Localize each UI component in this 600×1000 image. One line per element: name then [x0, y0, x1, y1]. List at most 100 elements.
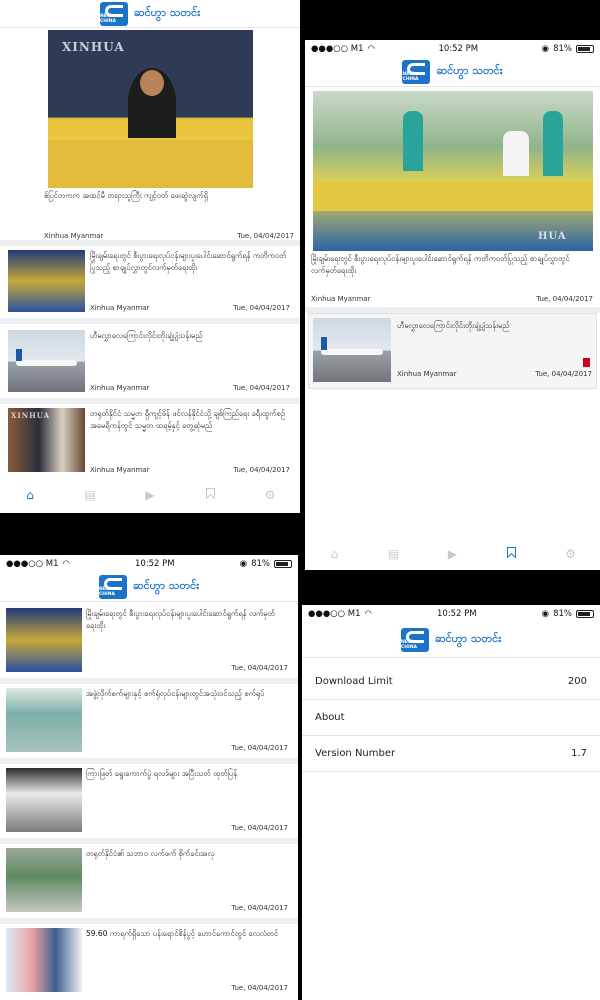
- featured-source: Xinhua Myanmar: [44, 232, 104, 240]
- article-title[interactable]: ဟီမလွှာလေကြောင်းလိုင်းတိုးချဲ့ပျံသန်းမည်: [397, 320, 592, 332]
- video-date: Tue, 04/04/2017: [231, 904, 288, 912]
- tab-bar: ⌂ ▤ ▶ ⚙: [0, 484, 300, 506]
- video-title[interactable]: အဖွဲ့လိုက်စက်များနှင့် စက်ရုံလုပ်ငန်းမျာ…: [86, 688, 291, 700]
- featured-photo: XINHUA: [48, 30, 253, 188]
- settings-icon[interactable]: ⚙: [559, 547, 583, 561]
- rotation-lock-icon: ◉: [541, 43, 550, 54]
- featured-photo: HUA: [313, 91, 593, 251]
- article-thumbnail: XINHUA: [8, 408, 85, 472]
- list-item[interactable]: ဟီမလွှာလေကြောင်းလိုင်းတိုးချဲ့ပျံသန်းမည်…: [308, 313, 597, 389]
- battery-icon: [273, 559, 292, 568]
- screen-home-feed: NEW CHINA ဆင်ဟွာ သတင်း XINHUA ဧ်ပြင်တကက …: [0, 0, 300, 513]
- setting-label: Download Limit: [315, 676, 393, 687]
- app-header: NEW CHINA ဆင်ဟွာ သတင်း: [0, 572, 298, 602]
- bookmark-icon[interactable]: [500, 547, 524, 561]
- article-date: Tue, 04/04/2017: [233, 466, 290, 474]
- setting-label: About: [315, 712, 345, 723]
- video-title[interactable]: 59.60 ကာရက်ရှိသော ပန်းရောင်စိန်ပွင့် ဟော…: [86, 928, 291, 940]
- video-thumbnail: [6, 688, 82, 752]
- screen-video-list: ●●●○○ M1 ◠ 10:52 PM ◉ 81% NEW CHINA ဆင်ဟွာ…: [0, 555, 298, 1000]
- home-icon[interactable]: ⌂: [323, 547, 347, 561]
- wifi-icon: ◠: [364, 608, 372, 619]
- status-bar: ●●●○○ M1 ◠ 10:52 PM ◉ 81%: [302, 605, 600, 622]
- featured-meta: Xinhua Myanmar Tue, 04/04/2017: [44, 232, 294, 240]
- featured-meta: Xinhua Myanmar Tue, 04/04/2017: [311, 295, 593, 303]
- app-header: NEW CHINA ဆင်ဟွာ သတင်း: [0, 0, 300, 28]
- video-icon[interactable]: ▶: [441, 547, 465, 561]
- article-meta: Xinhua Myanmar Tue, 04/04/2017: [397, 370, 592, 378]
- article-source: Xinhua Myanmar: [397, 370, 457, 378]
- video-meta: Tue, 04/04/2017: [86, 744, 288, 752]
- carrier-label: ●●●○○ M1: [6, 558, 59, 569]
- settings-list: Download Limit 200 About Version Number …: [302, 664, 600, 772]
- video-meta: Tue, 04/04/2017: [86, 904, 288, 912]
- setting-download-limit[interactable]: Download Limit 200: [302, 664, 600, 700]
- featured-title[interactable]: ဧ်ပြင်တကက အထင်မီ တရားသူကြီး ကျင့်ဝတ် ဖေး…: [44, 190, 284, 202]
- featured-title[interactable]: မြိုးချမ်းရေးတွင် စီးပွားရေးလုပ်ငန်းများ…: [311, 253, 593, 277]
- bookmark-icon[interactable]: [198, 488, 222, 502]
- video-thumbnail: [6, 608, 82, 672]
- list-item[interactable]: ကြားဖြတ် ရွေးကောက်ပွဲ ရလဒ်များ အပြီးသတ် …: [0, 764, 298, 844]
- article-meta: Xinhua Myanmar Tue, 04/04/2017: [90, 384, 290, 392]
- video-icon[interactable]: ▶: [138, 488, 162, 502]
- clock: 10:52 PM: [438, 43, 479, 54]
- article-title[interactable]: တရုတ်နိုင်ငံ သမ္မတ ရှီကျင့်ဖိန် ဖင်လန်နိ…: [90, 408, 290, 432]
- list-item[interactable]: ဟီမလွှာလေကြောင်းလိုင်းတိုးချဲ့ပျံသန်းမည်…: [0, 324, 300, 404]
- setting-version-number: Version Number 1.7: [302, 736, 600, 772]
- video-title[interactable]: ကြားဖြတ် ရွေးကောက်ပွဲ ရလဒ်များ အပြီးသတ် …: [86, 768, 291, 780]
- clock: 10:52 PM: [134, 558, 175, 569]
- featured-article[interactable]: HUA မြိုးချမ်းရေးတွင် စီးပွားရေးလုပ်ငန်း…: [305, 87, 600, 313]
- list-item[interactable]: မြိုးချမ်းရေးတွင် စီးပွားရေးလုပ်ငန်းများ…: [0, 604, 298, 684]
- article-title[interactable]: မြိုးချမ်းရေးတွင် စီးပွားရေးလုပ်ငန်းများ…: [90, 250, 290, 274]
- app-brand: ဆင်ဟွာ သတင်း: [434, 631, 502, 645]
- screenshot-collage: NEW CHINA ဆင်ဟွာ သတင်း XINHUA ဧ်ပြင်တကက …: [0, 0, 600, 1000]
- video-date: Tue, 04/04/2017: [231, 824, 288, 832]
- app-logo[interactable]: NEW CHINA: [99, 1, 128, 26]
- setting-value: 200: [567, 676, 587, 687]
- video-title[interactable]: မြိုးချမ်းရေးတွင် စီးပွားရေးလုပ်ငန်းများ…: [86, 608, 291, 632]
- app-header: NEW CHINA ဆင်ဟွာ သတင်း: [305, 57, 600, 87]
- featured-article[interactable]: XINHUA ဧ်ပြင်တကက အထင်မီ တရားသူကြီး ကျင့်…: [0, 28, 300, 246]
- featured-date: Tue, 04/04/2017: [237, 232, 294, 240]
- app-brand: ဆင်ဟွာ သတင်း: [133, 5, 201, 19]
- battery-label: 81%: [251, 558, 270, 569]
- article-date: Tue, 04/04/2017: [233, 304, 290, 312]
- rotation-lock-icon: ◉: [541, 608, 550, 619]
- video-date: Tue, 04/04/2017: [231, 744, 288, 752]
- app-logo[interactable]: NEW CHINA: [402, 59, 431, 84]
- article-title[interactable]: ဟီမလွှာလေကြောင်းလိုင်းတိုးချဲ့ပျံသန်းမည်: [90, 330, 290, 342]
- battery-icon: [575, 44, 594, 53]
- featured-source: Xinhua Myanmar: [311, 295, 371, 303]
- article-thumbnail: [8, 330, 85, 392]
- featured-date: Tue, 04/04/2017: [536, 295, 593, 303]
- settings-icon[interactable]: ⚙: [258, 488, 282, 502]
- list-item[interactable]: XINHUA တရုတ်နိုင်ငံ သမ္မတ ရှီကျင့်ဖိန် ဖ…: [0, 404, 300, 480]
- app-header: NEW CHINA ဆင်ဟွာ သတင်း: [302, 622, 600, 658]
- list-item[interactable]: အဖွဲ့လိုက်စက်များနှင့် စက်ရုံလုပ်ငန်းမျာ…: [0, 684, 298, 764]
- article-date: Tue, 04/04/2017: [233, 384, 290, 392]
- list-item[interactable]: တရုတ်နိုင်ငံ၏ သဘာဝ လက်ဖက် စိုက်ခင်းအလှ T…: [0, 844, 298, 924]
- photo-watermark: HUA: [538, 231, 567, 242]
- app-logo[interactable]: NEW CHINA: [98, 574, 127, 599]
- app-logo[interactable]: NEW CHINA: [400, 627, 429, 652]
- article-source: Xinhua Myanmar: [90, 466, 150, 474]
- bookmarked-icon[interactable]: [583, 358, 590, 367]
- screen-bookmarks: ●●●○○ M1 ◠ 10:52 PM ◉ 81% NEW CHINA ဆင်ဟွာ…: [305, 40, 600, 570]
- article-meta: Xinhua Myanmar Tue, 04/04/2017: [90, 304, 290, 312]
- list-item[interactable]: 59.60 ကာရက်ရှိသော ပန်းရောင်စိန်ပွင့် ဟော…: [0, 924, 298, 1000]
- home-icon[interactable]: ⌂: [18, 488, 42, 502]
- list-item[interactable]: မြိုးချမ်းရေးတွင် စီးပွားရေးလုပ်ငန်းများ…: [0, 246, 300, 324]
- wifi-icon: ◠: [367, 43, 375, 54]
- video-thumbnail: [6, 848, 82, 912]
- setting-about[interactable]: About: [302, 700, 600, 736]
- article-source: Xinhua Myanmar: [90, 384, 150, 392]
- video-date: Tue, 04/04/2017: [231, 664, 288, 672]
- setting-value: 1.7: [571, 748, 587, 759]
- news-icon[interactable]: ▤: [78, 488, 102, 502]
- article-date: Tue, 04/04/2017: [535, 370, 592, 378]
- video-meta: Tue, 04/04/2017: [86, 664, 288, 672]
- article-meta: Xinhua Myanmar Tue, 04/04/2017: [90, 466, 290, 474]
- video-meta: Tue, 04/04/2017: [86, 824, 288, 832]
- video-title[interactable]: တရုတ်နိုင်ငံ၏ သဘာဝ လက်ဖက် စိုက်ခင်းအလှ: [86, 848, 291, 860]
- news-icon[interactable]: ▤: [382, 547, 406, 561]
